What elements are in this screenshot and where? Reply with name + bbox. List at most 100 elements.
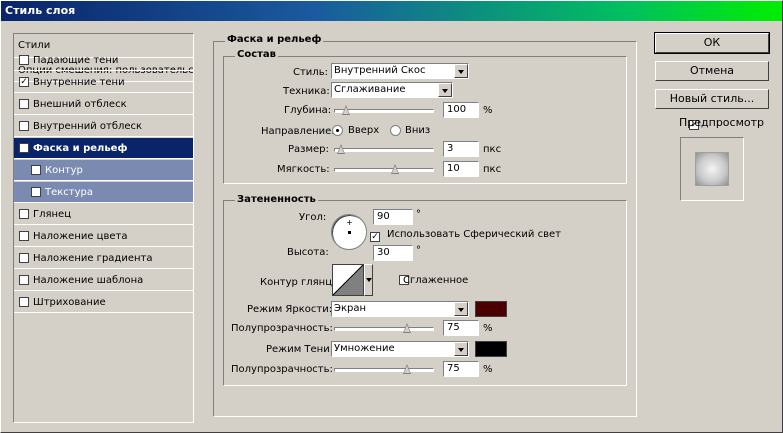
size-input[interactable]: 3 — [443, 141, 479, 157]
highlight-mode-value: Экран — [334, 303, 367, 314]
style-preview — [680, 137, 744, 201]
direction-down-label: Вниз — [405, 125, 431, 136]
gloss-contour-dropdown[interactable] — [364, 264, 373, 296]
ok-button[interactable]: ОК — [654, 32, 770, 54]
style-item-checkbox[interactable] — [19, 297, 29, 307]
style-item-checkbox[interactable] — [19, 231, 29, 241]
soften-slider[interactable] — [334, 164, 434, 174]
size-slider[interactable] — [334, 144, 434, 154]
highlight-color-swatch[interactable] — [475, 301, 507, 317]
style-item-label: Падающие тени — [33, 54, 119, 66]
style-item[interactable]: Внешний отблеск — [14, 94, 193, 115]
style-item-label: Наложение цвета — [33, 230, 128, 242]
depth-input[interactable]: 100 — [443, 102, 479, 118]
style-item[interactable]: Внутренний отблеск — [14, 116, 193, 137]
depth-unit: % — [483, 105, 493, 116]
style-item[interactable]: Контур — [14, 160, 193, 181]
style-select[interactable]: Внутренний Скос — [331, 63, 469, 79]
soften-unit: пкс — [483, 164, 502, 175]
new-style-button[interactable]: Новый стиль... — [655, 89, 769, 109]
depth-slider[interactable] — [334, 105, 434, 115]
direction-down-radio[interactable] — [390, 125, 401, 136]
shadow-mode-value: Умножение — [334, 343, 395, 354]
gloss-contour-preview[interactable] — [332, 264, 364, 296]
title-bar[interactable]: Стиль слоя — [1, 1, 782, 21]
style-item-label: Контур — [45, 164, 83, 176]
style-item-checkbox[interactable]: ✓ — [19, 143, 29, 153]
style-item-checkbox[interactable]: ✓ — [19, 77, 29, 87]
soften-input[interactable]: 10 — [443, 161, 479, 177]
check-icon: ✓ — [371, 232, 379, 242]
panel-title: Фаска и рельеф — [225, 34, 324, 45]
window-title: Стиль слоя — [5, 4, 76, 17]
global-light-label: Использовать Сферический свет — [387, 229, 561, 240]
style-item[interactable]: Штрихование — [14, 292, 193, 313]
chevron-down-icon — [454, 64, 468, 78]
global-light-checkbox[interactable]: ✓ — [370, 232, 380, 242]
soften-slider-thumb[interactable] — [390, 164, 399, 175]
crosshair-icon: + — [346, 218, 353, 227]
shadow-opacity-slider[interactable] — [334, 364, 434, 374]
highlight-opacity-slider[interactable] — [334, 323, 434, 333]
shadow-color-swatch[interactable] — [475, 341, 507, 357]
dial-center — [348, 231, 351, 234]
style-item[interactable]: Наложение цвета — [14, 226, 193, 247]
shadow-opacity-label: Полупрозрачность: — [231, 364, 333, 375]
highlight-opacity-thumb[interactable] — [402, 323, 411, 334]
style-item-checkbox[interactable] — [31, 165, 41, 175]
direction-up-radio[interactable] — [332, 125, 343, 136]
style-item-checkbox[interactable] — [19, 55, 29, 65]
style-item[interactable]: ✓ Фаска и рельеф — [14, 138, 193, 159]
styles-list: Стили Опции смешения: пользовательские П… — [13, 33, 194, 423]
style-item[interactable]: Текстура — [14, 182, 193, 203]
structure-title: Состав — [235, 49, 279, 60]
style-item-label: Внутренние тени — [33, 76, 125, 88]
style-item-checkbox[interactable] — [19, 121, 29, 131]
angle-label: Угол: — [299, 212, 327, 223]
angle-dial[interactable]: + — [331, 214, 367, 250]
style-select-value: Внутренний Скос — [334, 65, 426, 76]
shadow-opacity-input[interactable]: 75 — [443, 361, 479, 377]
highlight-mode-label: Режим Яркости: — [247, 304, 333, 315]
highlight-opacity-label: Полупрозрачность: — [231, 323, 333, 334]
cancel-button[interactable]: Отмена — [655, 61, 769, 81]
style-item-checkbox[interactable] — [19, 99, 29, 109]
style-item[interactable]: Глянец — [14, 204, 193, 225]
style-item-label: Текстура — [45, 186, 94, 198]
style-item[interactable]: Наложение шаблона — [14, 270, 193, 291]
style-item[interactable]: Наложение градиента — [14, 248, 193, 269]
style-item[interactable]: ✓ Внутренние тени — [14, 72, 193, 93]
depth-label: Глубина: — [284, 105, 332, 116]
anti-aliased-label: Сглаженное — [403, 275, 469, 286]
size-slider-thumb[interactable] — [336, 144, 345, 155]
shading-group — [223, 200, 627, 386]
size-label: Размер: — [288, 144, 329, 155]
direction-up-label: Вверх — [348, 125, 380, 136]
depth-slider-thumb[interactable] — [342, 105, 351, 116]
highlight-mode-select[interactable]: Экран — [331, 301, 469, 317]
style-item-checkbox[interactable] — [19, 253, 29, 263]
style-item[interactable]: Падающие тени — [14, 50, 193, 71]
contour-curve-icon — [333, 265, 363, 295]
technique-select[interactable]: Сглаживание — [331, 82, 453, 98]
style-item-label: Внешний отблеск — [33, 98, 127, 110]
direction-label: Направление: — [261, 126, 335, 137]
style-item-checkbox[interactable] — [19, 209, 29, 219]
altitude-unit: ° — [416, 245, 421, 256]
chevron-down-icon — [454, 342, 468, 356]
layer-style-dialog: Стиль слоя Стили Опции смешения: пользов… — [0, 0, 783, 433]
altitude-input[interactable]: 30 — [373, 245, 413, 261]
style-item-checkbox[interactable] — [19, 275, 29, 285]
style-item-label: Наложение градиента — [33, 252, 153, 264]
shadow-opacity-thumb[interactable] — [402, 364, 411, 375]
style-label: Стиль: — [293, 67, 328, 78]
altitude-label: Высота: — [287, 247, 329, 258]
style-item-checkbox[interactable] — [31, 187, 41, 197]
angle-input[interactable]: 90 — [373, 209, 413, 225]
angle-unit: ° — [416, 209, 421, 220]
shadow-mode-select[interactable]: Умножение — [331, 341, 469, 357]
preview-swatch — [695, 152, 729, 186]
gloss-contour-label: Контур глянца: — [260, 277, 342, 288]
soften-label: Мягкость: — [277, 164, 330, 175]
highlight-opacity-input[interactable]: 75 — [443, 320, 479, 336]
